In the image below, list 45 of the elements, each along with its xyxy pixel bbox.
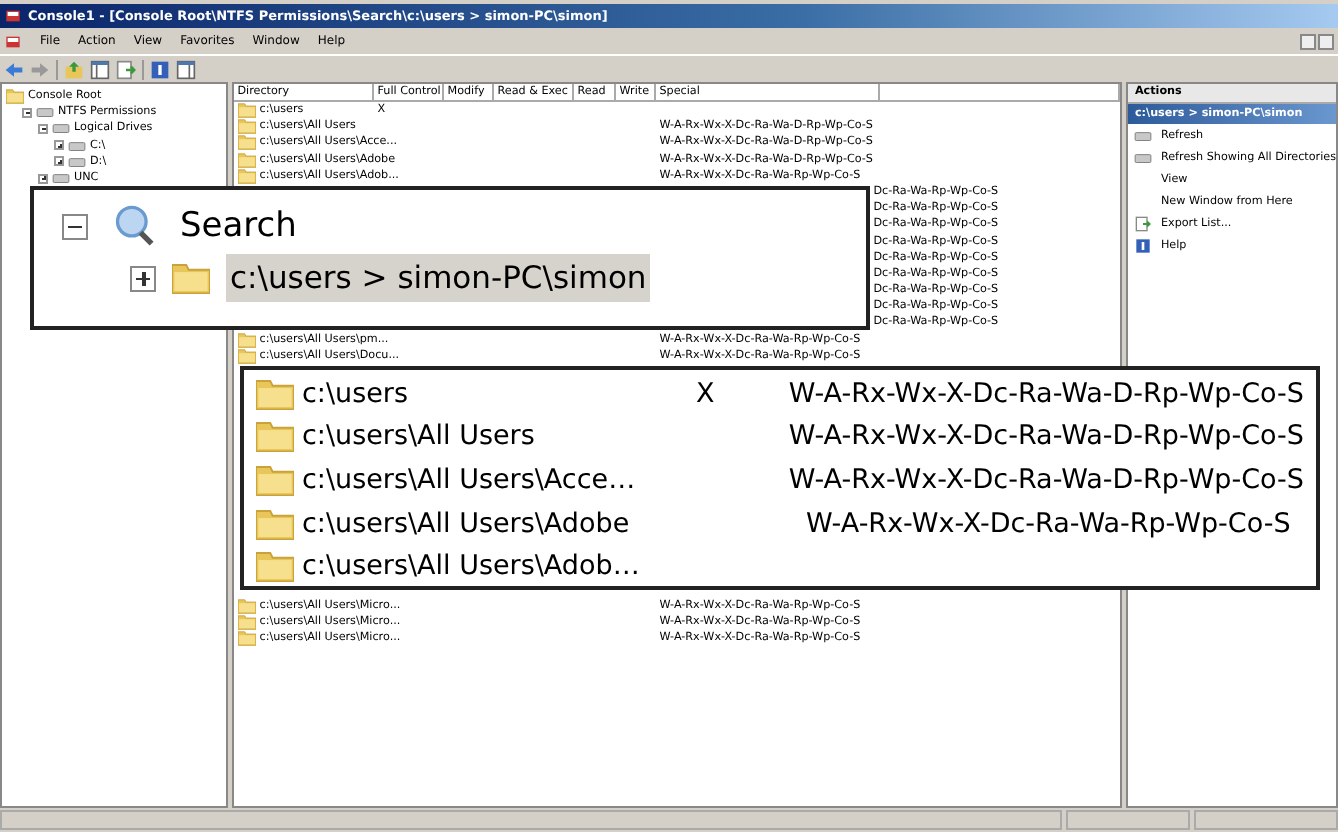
collapse-icon[interactable] [38, 123, 48, 134]
collapse-icon[interactable] [22, 107, 32, 118]
directory-cell: c:\users\All Users [302, 420, 535, 453]
folder-icon [237, 614, 256, 631]
folder-icon [237, 598, 256, 615]
expand-icon[interactable] [130, 265, 156, 291]
folder-icon [6, 88, 24, 105]
table-cell: W-A-Rx-Wx-X-Dc-Ra-Wa-D-Rp-Wp-Co-S [788, 377, 1304, 410]
collapse-icon[interactable] [62, 213, 88, 239]
expand-icon[interactable] [54, 156, 64, 167]
pane-icon[interactable] [176, 59, 196, 79]
folder-icon [256, 463, 294, 496]
folder-icon [237, 331, 256, 348]
directory-cell: c:\users\All Users\Adob… [302, 550, 640, 583]
tree-item[interactable]: Search [180, 206, 297, 246]
folder-icon [237, 102, 256, 119]
directory-cell: c:\users [302, 377, 408, 410]
directory-cell: c:\users\All Users\Adobe [302, 507, 630, 540]
folder-icon [256, 377, 294, 410]
export-icon [1134, 215, 1153, 231]
window-controls-icon[interactable] [1300, 33, 1334, 49]
tree-item[interactable]: c:\users > simon-PC\simon [226, 254, 651, 302]
folder-icon [237, 630, 256, 647]
expand-icon[interactable] [54, 140, 64, 151]
folder-icon [237, 118, 256, 135]
table-cell: X [695, 377, 715, 410]
folder-icon [237, 347, 256, 364]
folder-icon [256, 507, 294, 540]
search-icon [112, 204, 156, 248]
pane-icon[interactable] [90, 59, 110, 79]
folder-icon [256, 420, 294, 453]
folder-icon [256, 550, 294, 583]
back-icon[interactable] [4, 59, 24, 79]
folder-icon [172, 262, 210, 294]
folder-icon [237, 151, 256, 168]
help-icon[interactable] [150, 59, 170, 79]
folder-icon [237, 167, 256, 184]
help-icon [1134, 237, 1153, 253]
table-cell: W-A-Rx-Wx-X-Dc-Ra-Wa-D-Rp-Wp-Co-S [788, 463, 1304, 496]
expand-icon[interactable] [38, 173, 48, 184]
table-cell: W-A-Rx-Wx-X-Dc-Ra-Wa-D-Rp-Wp-Co-S [788, 420, 1304, 453]
table-cell: W-A-Rx-Wx-X-Dc-Ra-Wa-Rp-Wp-Co-S [806, 507, 1291, 540]
export-icon[interactable] [116, 59, 136, 79]
folder-icon [237, 134, 256, 151]
directory-cell: c:\users\All Users\Acce… [302, 463, 636, 496]
